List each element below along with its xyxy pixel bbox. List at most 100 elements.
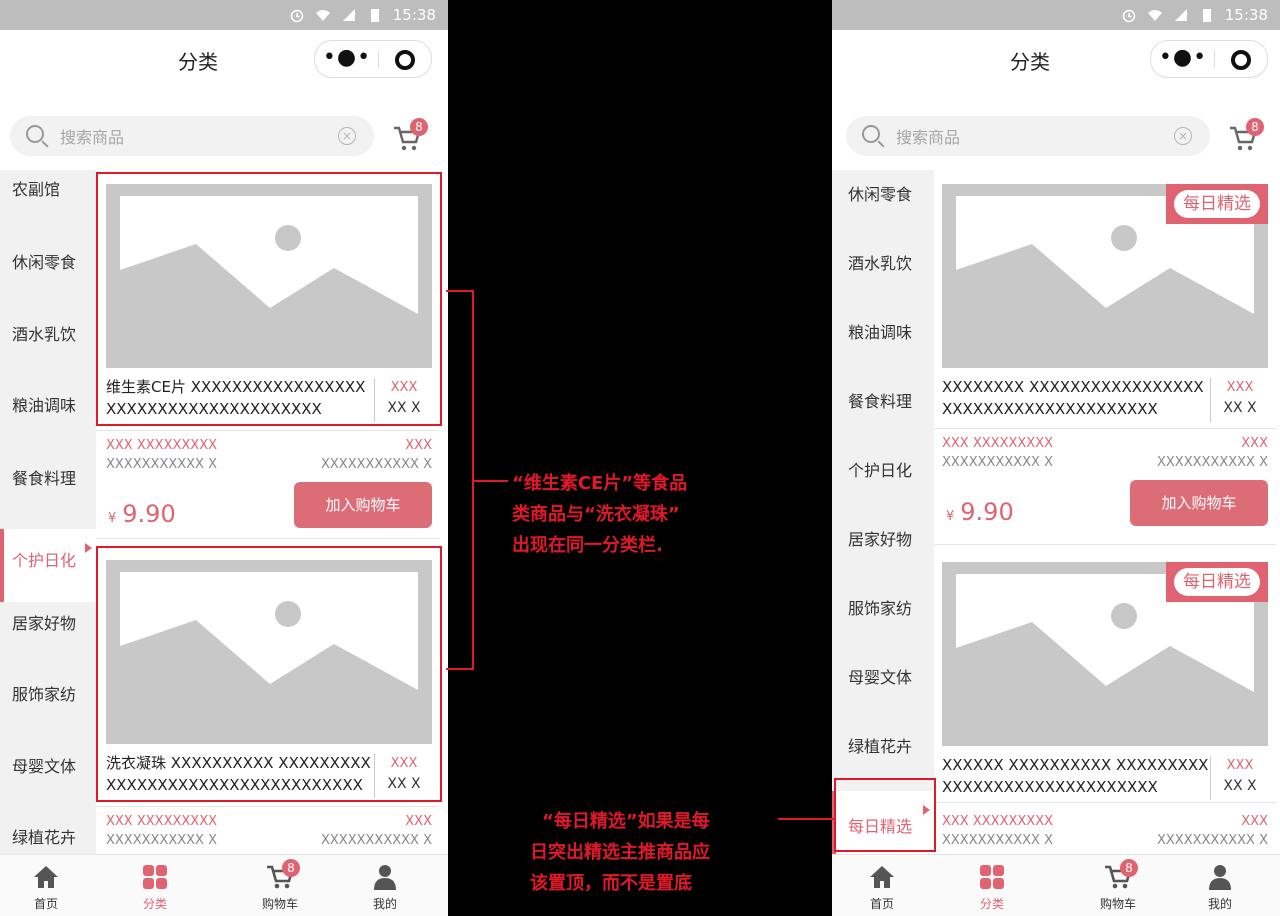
mini-program-capsule: •●•	[314, 40, 432, 78]
user-icon	[1209, 865, 1231, 890]
clear-icon[interactable]: ×	[1174, 127, 1192, 145]
search-icon	[862, 125, 880, 143]
annotation-connector	[778, 818, 834, 820]
tab-category[interactable]: 分类	[115, 855, 195, 916]
tab-profile[interactable]: 我的	[1180, 855, 1260, 916]
nav-bar: 分类 •●•	[832, 30, 1280, 90]
tab-label: 我的	[1207, 897, 1232, 911]
cart-badge: 8	[410, 118, 428, 136]
divider	[96, 806, 438, 807]
sidebar-item[interactable]: 休闲零食	[0, 241, 96, 312]
sidebar-item[interactable]: 服饰家纺	[832, 584, 934, 653]
sidebar-item[interactable]: 休闲零食	[832, 170, 934, 239]
annotation-connector	[472, 480, 508, 482]
divider	[96, 430, 438, 431]
sidebar-item[interactable]: 居家好物	[0, 598, 96, 669]
currency: ¥	[108, 511, 117, 526]
spec-text: XXXXXXXXXXX X	[1156, 455, 1268, 470]
sidebar-item[interactable]: 餐食料理	[832, 377, 934, 446]
ribbon-label: 每日精选	[1174, 190, 1260, 218]
sidebar-item[interactable]: 服饰家纺	[0, 669, 96, 740]
capsule-divider	[378, 50, 379, 68]
divider	[934, 428, 1276, 429]
tab-home[interactable]: 首页	[6, 855, 86, 916]
tab-label: 购物车	[261, 897, 298, 911]
spec-text: XXXXXXXXXXX X	[1156, 833, 1268, 848]
status-time: 15:38	[1224, 6, 1268, 24]
add-to-cart-button[interactable]: 加入购物车	[294, 482, 432, 528]
cart-button[interactable]: 8	[392, 118, 428, 154]
nav-bar: 分类 •●•	[0, 30, 448, 90]
spec-text: XXXXXXXXXXX X	[106, 457, 218, 472]
product-specs: XXX XXXXXXXXX XXX XXXXXXXXXXX X XXXXXXXXXX…	[106, 812, 432, 850]
sidebar-item[interactable]: 农副馆	[0, 170, 96, 241]
price-value: 9.90	[122, 500, 176, 528]
mini-program-capsule: •●•	[1150, 40, 1268, 78]
sidebar-item[interactable]: 粮油调味	[832, 308, 934, 377]
clear-icon[interactable]: ×	[338, 127, 356, 145]
tab-cart[interactable]: 8 购物车	[240, 855, 320, 916]
sidebar-item[interactable]: 母婴文体	[832, 653, 934, 722]
more-icon[interactable]: •●•	[315, 45, 379, 70]
sidebar-item[interactable]: 居家好物	[832, 515, 934, 584]
annotation-line: 该置顶，而不是置底	[530, 873, 692, 894]
spec-text: XXXXXXXXXXX X	[942, 455, 1054, 470]
sidebar-item[interactable]: 个护日化	[832, 446, 934, 515]
sidebar-item[interactable]: 酒水乳饮	[0, 312, 96, 383]
add-to-cart-button[interactable]: 加入购物车	[1130, 480, 1268, 526]
highlight-box-laundry	[96, 546, 442, 802]
tab-home[interactable]: 首页	[842, 855, 922, 916]
divider	[96, 538, 438, 539]
product-specs: XXX XXXXXXXXX XXX XXXXXXXXXXX X XXXXXXXXXX…	[942, 434, 1268, 472]
spec-text: XXX	[405, 438, 432, 453]
highlight-box-vitamin	[96, 172, 442, 426]
product-name: XXXXXXXX XXXXXXXXXXXXXXXXXXXXXXXXXXXXXXX…	[942, 378, 1204, 418]
sidebar-item[interactable]: 餐食料理	[0, 454, 96, 525]
capsule-divider	[1214, 50, 1215, 68]
close-target-icon[interactable]	[395, 50, 415, 70]
more-icon[interactable]: •●•	[1151, 45, 1215, 70]
battery-icon	[1202, 9, 1211, 22]
sidebar-item[interactable]: 酒水乳饮	[832, 239, 934, 308]
tab-cart-badge: 8	[282, 859, 300, 877]
search-row: × 8	[832, 116, 1280, 158]
tab-cart[interactable]: 8 购物车	[1078, 855, 1158, 916]
tab-profile[interactable]: 我的	[345, 855, 425, 916]
wifi-icon	[1147, 10, 1162, 21]
sidebar-item[interactable]: 母婴文体	[0, 740, 96, 811]
status-time: 15:38	[392, 6, 436, 24]
product-name: XXXXXX XXXXXXXXXX XXXXXXXXXXXXXXXXXXXXXX…	[942, 756, 1209, 796]
highlight-box-daily-pick	[834, 778, 936, 852]
spec-text: XXX XXXXXXXXX	[106, 814, 218, 829]
product-image: 每日精选	[942, 184, 1268, 368]
product-specs: XXX XXXXXXXXX XXX XXXXXXXXXXX X XXXXXXXXXX…	[106, 436, 432, 474]
sidebar-item-active[interactable]: 个护日化	[0, 529, 96, 602]
category-icon	[980, 865, 1004, 889]
spec-text: XXXXXXXXXXX X	[320, 833, 432, 848]
annotation-text-2: “每日精选”如果是每 日突出精选主推商品应 该置顶，而不是置底	[530, 806, 710, 899]
home-icon	[34, 866, 58, 888]
product-price-box: XXX XX X	[1210, 378, 1269, 422]
search-input[interactable]	[894, 116, 1158, 158]
price-sub: XX X	[1223, 778, 1257, 794]
user-icon	[374, 865, 396, 890]
cart-badge: 8	[1246, 118, 1264, 136]
spec-text: XXX XXXXXXXXX	[942, 436, 1054, 451]
annotation-text-1: “维生素CE片”等食品 类商品与“洗衣凝珠” 出现在同一分类栏.	[512, 468, 687, 561]
daily-pick-ribbon: 每日精选	[1166, 184, 1268, 224]
product-list: 每日精选 XXXXXXXX XXXXXXXXXXXXXXXXXXXXXXXXXX…	[934, 170, 1280, 854]
tab-label: 首页	[869, 897, 894, 911]
close-target-icon[interactable]	[1231, 50, 1251, 70]
price-label: XXX	[1226, 758, 1254, 773]
annotation-line: “维生素CE片”等食品	[512, 473, 688, 494]
cart-button[interactable]: 8	[1228, 118, 1264, 154]
sidebar-item[interactable]: 粮油调味	[0, 383, 96, 454]
price-sub: XX X	[1223, 400, 1257, 416]
currency: ¥	[946, 509, 955, 524]
tab-category[interactable]: 分类	[952, 855, 1032, 916]
annotation-line: 日突出精选主推商品应	[530, 842, 710, 863]
tab-label: 分类	[979, 897, 1004, 911]
battery-icon	[370, 9, 379, 22]
search-input[interactable]	[58, 116, 322, 158]
daily-pick-ribbon: 每日精选	[1166, 562, 1268, 602]
